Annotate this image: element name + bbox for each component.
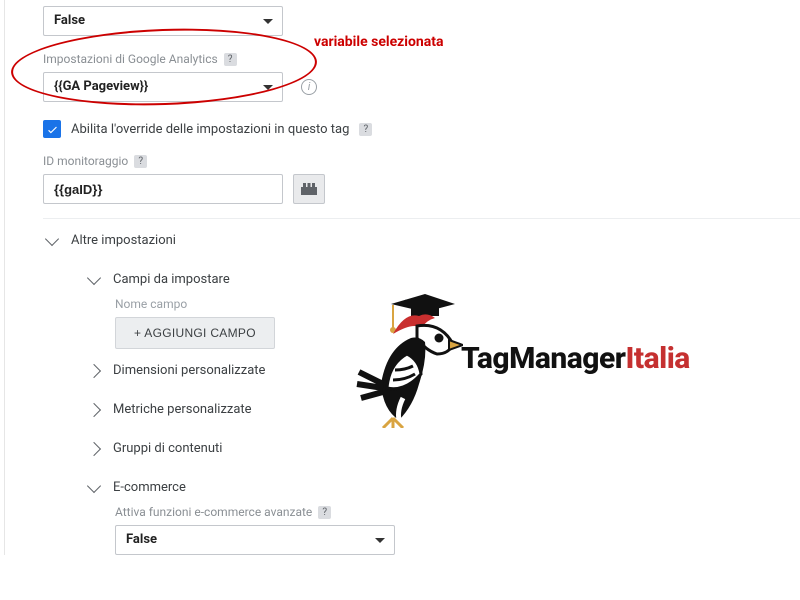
enhanced-ecommerce-label-text: Attiva funzioni e-commerce avanzate [115, 505, 312, 519]
caret-down-icon [263, 19, 273, 24]
ga-settings-select[interactable]: {{GA Pageview}} [43, 72, 283, 102]
help-icon[interactable]: ? [359, 123, 372, 136]
ecommerce-toggle[interactable]: E-commerce [43, 466, 800, 505]
enhanced-ecommerce-select[interactable]: False [115, 525, 395, 555]
chevron-down-icon [45, 231, 59, 245]
help-icon[interactable]: ? [134, 155, 147, 168]
tracking-id-input[interactable] [43, 174, 283, 204]
lego-brick-icon [301, 183, 317, 195]
chevron-down-icon [87, 478, 101, 492]
top-select[interactable]: False [43, 6, 283, 36]
help-icon[interactable]: ? [224, 53, 237, 66]
top-select-value: False [54, 13, 85, 28]
ga-settings-label-text: Impostazioni di Google Analytics [43, 52, 218, 66]
add-field-button[interactable]: + AGGIUNGI CAMPO [115, 317, 275, 349]
chevron-down-icon [87, 270, 101, 284]
brand-logo: TagManagerItalia [353, 288, 690, 428]
annotation-callout: variabile selezionata [314, 34, 443, 50]
content-groups-label: Gruppi di contenuti [113, 441, 222, 456]
woodpecker-icon [353, 288, 463, 428]
chevron-right-icon [87, 441, 101, 455]
variable-picker-button[interactable] [293, 174, 325, 204]
content-groups-toggle[interactable]: Gruppi di contenuti [43, 427, 800, 466]
brand-text: TagManagerItalia [461, 341, 690, 376]
override-checkbox[interactable] [43, 120, 61, 138]
enhanced-ecommerce-value: False [126, 532, 157, 547]
caret-down-icon [375, 538, 385, 543]
tracking-id-label-text: ID monitoraggio [43, 154, 128, 168]
check-icon [46, 123, 59, 136]
tracking-id-label: ID monitoraggio ? [43, 154, 800, 168]
more-settings-label: Altre impostazioni [71, 233, 176, 248]
ga-settings-label: Impostazioni di Google Analytics ? [43, 52, 800, 66]
override-label: Abilita l'override delle impostazioni in… [71, 122, 349, 137]
more-settings-toggle[interactable]: Altre impostazioni [43, 219, 800, 258]
caret-down-icon [263, 85, 273, 90]
chevron-right-icon [87, 402, 101, 416]
custom-dimensions-label: Dimensioni personalizzate [113, 363, 265, 378]
ecommerce-label: E-commerce [113, 480, 186, 495]
custom-metrics-label: Metriche personalizzate [113, 402, 252, 417]
brand-text-part1: TagManager [461, 341, 625, 376]
brand-text-part2: Italia [625, 341, 689, 376]
fields-to-set-label: Campi da impostare [113, 272, 230, 287]
chevron-right-icon [87, 363, 101, 377]
enhanced-ecommerce-label: Attiva funzioni e-commerce avanzate ? [43, 505, 800, 519]
help-icon[interactable]: ? [318, 506, 331, 519]
ga-settings-value: {{GA Pageview}} [54, 79, 148, 94]
info-icon[interactable]: i [301, 79, 317, 95]
